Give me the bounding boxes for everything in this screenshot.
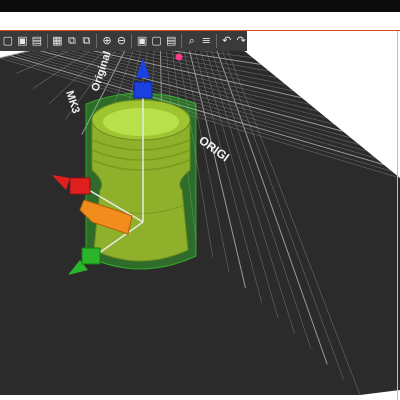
- paste-icon[interactable]: ⧉: [81, 34, 93, 48]
- zoom-out-icon[interactable]: ⊖: [116, 34, 128, 48]
- 3d-viewport[interactable]: Original Prusa MK3 ORIGI: [0, 31, 400, 400]
- toolbar-separator: [180, 34, 182, 48]
- delete-all-icon[interactable]: ▤: [31, 34, 43, 48]
- delete-icon[interactable]: ▣: [17, 34, 29, 48]
- print-bed[interactable]: [0, 31, 400, 395]
- arrange-icon[interactable]: ▦: [52, 34, 64, 48]
- split-parts-icon[interactable]: ▢: [151, 34, 163, 48]
- zoom-in-icon[interactable]: ⊕: [101, 34, 113, 48]
- copy-icon[interactable]: ⧉: [66, 34, 78, 48]
- toolbar-separator: [46, 34, 48, 48]
- split-objects-icon[interactable]: ▣: [136, 34, 148, 48]
- main-toolbar: ▢ ▣ ▤ ▦ ⧉ ⧉ ⊕ ⊖ ▣ ▢ ▤ ⌕ ≡ ↶ ↷: [0, 31, 247, 51]
- window-tab-strip: [0, 12, 400, 31]
- toolbar-separator: [96, 34, 98, 48]
- layers-editing-icon[interactable]: ≡: [200, 34, 212, 48]
- scene-canvas[interactable]: Original Prusa MK3 ORIGI: [0, 31, 400, 400]
- undo-icon[interactable]: ↶: [221, 34, 233, 48]
- 3d-model-object[interactable]: [91, 99, 191, 262]
- top-marker: [175, 53, 183, 61]
- redo-icon[interactable]: ↷: [236, 34, 248, 48]
- viewport-right-border: [397, 31, 398, 400]
- toolbar-separator: [215, 34, 217, 48]
- variable-layer-height-icon[interactable]: ▤: [165, 34, 177, 48]
- title-bar: [0, 0, 400, 12]
- toolbar-separator: [131, 34, 133, 48]
- add-icon[interactable]: ▢: [2, 34, 14, 48]
- search-icon[interactable]: ⌕: [186, 34, 198, 48]
